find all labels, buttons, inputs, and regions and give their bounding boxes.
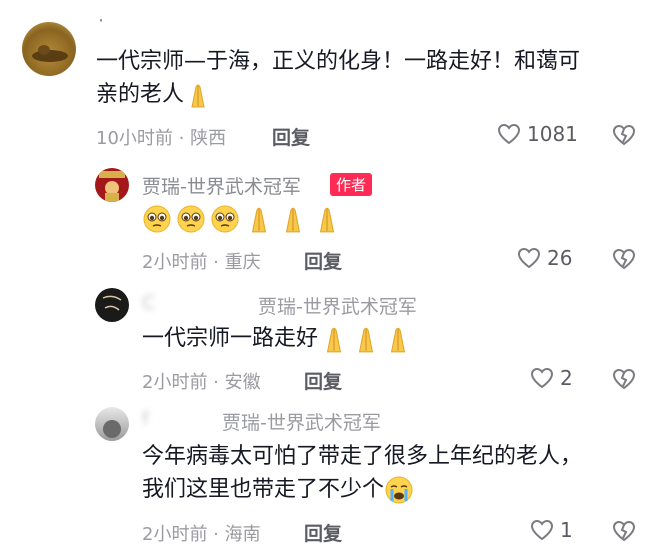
dislike-button[interactable]: [612, 248, 636, 274]
pleading-face-emoji: [211, 205, 239, 233]
like-count: 26: [547, 246, 573, 270]
reply-button[interactable]: 回复: [272, 123, 310, 150]
pray-emoji: [390, 327, 406, 353]
reply-item: C 贾瑞-世界武术冠军 一代宗师一路走好 2小时前 · 安徽 回复 2: [0, 282, 660, 402]
broken-heart-icon: [612, 520, 636, 542]
comment-author[interactable]: C: [142, 292, 155, 314]
comment-text-line: 我们这里也带走了不少个: [142, 477, 385, 502]
pray-emoji: [358, 327, 374, 353]
broken-heart-icon: [612, 248, 636, 270]
pray-emoji: [251, 207, 267, 233]
pleading-face-emoji: [143, 205, 171, 233]
like-button[interactable]: 1081: [497, 122, 578, 146]
heart-outline-icon: [530, 519, 554, 541]
comment-author[interactable]: ·: [98, 10, 104, 32]
pray-emoji: [319, 207, 335, 233]
heart-outline-icon: [517, 247, 541, 269]
crying-face-emoji: [385, 476, 413, 504]
avatar-image: [102, 295, 122, 311]
pleading-face-emoji: [177, 205, 205, 233]
reply-item: f 贾瑞-世界武术冠军 今年病毒太可怕了带走了很多上年纪的老人， 我们这里也带走…: [0, 402, 660, 558]
author-badge: 作者: [330, 173, 373, 196]
heart-outline-icon: [497, 123, 521, 145]
reply-item: 贾瑞-世界武术冠军 作者 2小时前 · 重庆 回复 26: [0, 160, 660, 280]
comment-time-location: 10小时前 · 陕西: [96, 128, 227, 149]
dislike-button[interactable]: [612, 368, 636, 394]
like-count: 2: [560, 366, 573, 390]
comment-author[interactable]: 贾瑞-世界武术冠军: [142, 172, 301, 199]
pray-emoji: [285, 207, 301, 233]
comment-text: 一代宗师一路走好: [142, 322, 414, 355]
reply-button[interactable]: 回复: [304, 247, 342, 274]
dislike-button[interactable]: [612, 124, 636, 150]
dislike-button[interactable]: [612, 520, 636, 546]
pray-emoji: [326, 327, 342, 353]
like-count: 1081: [527, 122, 578, 146]
heart-outline-icon: [530, 367, 554, 389]
avatar[interactable]: [95, 288, 129, 322]
reply-button[interactable]: 回复: [304, 367, 342, 394]
avatar[interactable]: [95, 168, 129, 202]
comment-author[interactable]: f: [142, 408, 149, 430]
reply-to-author[interactable]: 贾瑞-世界武术冠军: [222, 408, 381, 435]
like-button[interactable]: 1: [530, 518, 573, 542]
comment-text: 今年病毒太可怕了带走了很多上年纪的老人， 我们这里也带走了不少个: [142, 440, 642, 506]
pray-emoji: [191, 84, 205, 108]
broken-heart-icon: [612, 368, 636, 390]
comment-item: · 一代宗师—于海，正义的化身！一路走好！和蔼可 亲的老人 10小时前 · 陕西…: [0, 0, 660, 150]
avatar-image: [103, 420, 121, 438]
avatar[interactable]: [22, 22, 76, 76]
comment-emoji-row: [142, 204, 342, 234]
like-count: 1: [560, 518, 573, 542]
reply-button[interactable]: 回复: [304, 519, 342, 546]
comment-time-location: 2小时前 · 重庆: [142, 252, 261, 273]
reply-to-author[interactable]: 贾瑞-世界武术冠军: [258, 292, 417, 319]
comment-text-line: 今年病毒太可怕了带走了很多上年纪的老人，: [142, 444, 583, 469]
comment-text-line: 一代宗师—于海，正义的化身！一路走好！和蔼可: [96, 49, 581, 74]
comment-time-location: 2小时前 · 安徽: [142, 372, 261, 393]
like-button[interactable]: 26: [517, 246, 572, 270]
comment-time-location: 2小时前 · 海南: [142, 524, 261, 545]
comment-text-line: 一代宗师一路走好: [142, 326, 319, 351]
avatar-image: [32, 45, 68, 62]
broken-heart-icon: [612, 124, 636, 146]
avatar-image: [99, 171, 125, 202]
comment-text-line: 亲的老人: [96, 82, 185, 107]
comment-text: 一代宗师—于海，正义的化身！一路走好！和蔼可 亲的老人: [96, 45, 641, 111]
like-button[interactable]: 2: [530, 366, 573, 390]
avatar[interactable]: [95, 407, 129, 441]
